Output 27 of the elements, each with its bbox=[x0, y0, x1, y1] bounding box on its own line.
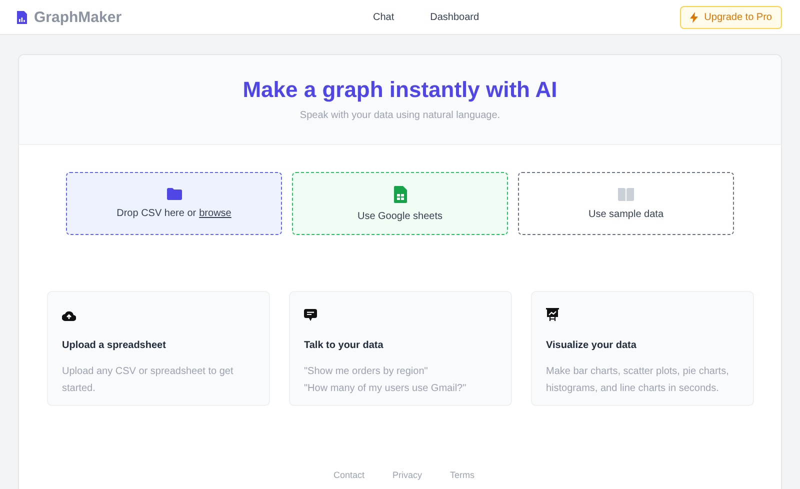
folder-icon bbox=[166, 188, 182, 200]
spreadsheet-icon bbox=[394, 186, 406, 202]
cloud-upload-icon bbox=[62, 310, 76, 321]
lightning-icon bbox=[690, 12, 698, 22]
nav-link[interactable]: Dashboard bbox=[430, 12, 480, 22]
chart-file-icon bbox=[16, 10, 28, 24]
feature-description: Upload any CSV or spreadsheet to get started. bbox=[62, 365, 234, 396]
option-label: Drop CSV here or bbox=[116, 208, 196, 219]
hero-subtitle: Speak with your data using natural language. bbox=[298, 110, 502, 121]
feature-description: Make bar charts, scatter plots, pie charts, histograms, and line charts in seconds. bbox=[546, 365, 730, 396]
browse-link[interactable]: browse bbox=[199, 208, 232, 219]
book-icon bbox=[618, 188, 634, 200]
presentation-chart-icon bbox=[546, 308, 559, 321]
csv-dropzone[interactable]: Drop CSV here or browse bbox=[66, 172, 282, 235]
sample-data-option[interactable]: Use sample data bbox=[518, 172, 734, 235]
feature-description: "Show me orders by region" bbox=[304, 365, 429, 379]
chat-bubble-icon bbox=[304, 309, 317, 321]
hero-title: Make a graph instantly with AI bbox=[242, 77, 558, 103]
feature-title: Upload a spreadsheet bbox=[62, 340, 167, 351]
feature-description: "How many of my users use Gmail?" bbox=[304, 382, 468, 396]
brand-name: GraphMaker bbox=[34, 8, 122, 26]
google-sheets-option[interactable]: Use Google sheets bbox=[292, 172, 508, 235]
option-label: Use sample data bbox=[588, 208, 664, 220]
feature-title: Talk to your data bbox=[304, 340, 384, 351]
nav-link[interactable]: Chat bbox=[373, 12, 394, 22]
feature-title: Visualize your data bbox=[546, 340, 638, 351]
option-label: Use Google sheets bbox=[357, 210, 443, 222]
